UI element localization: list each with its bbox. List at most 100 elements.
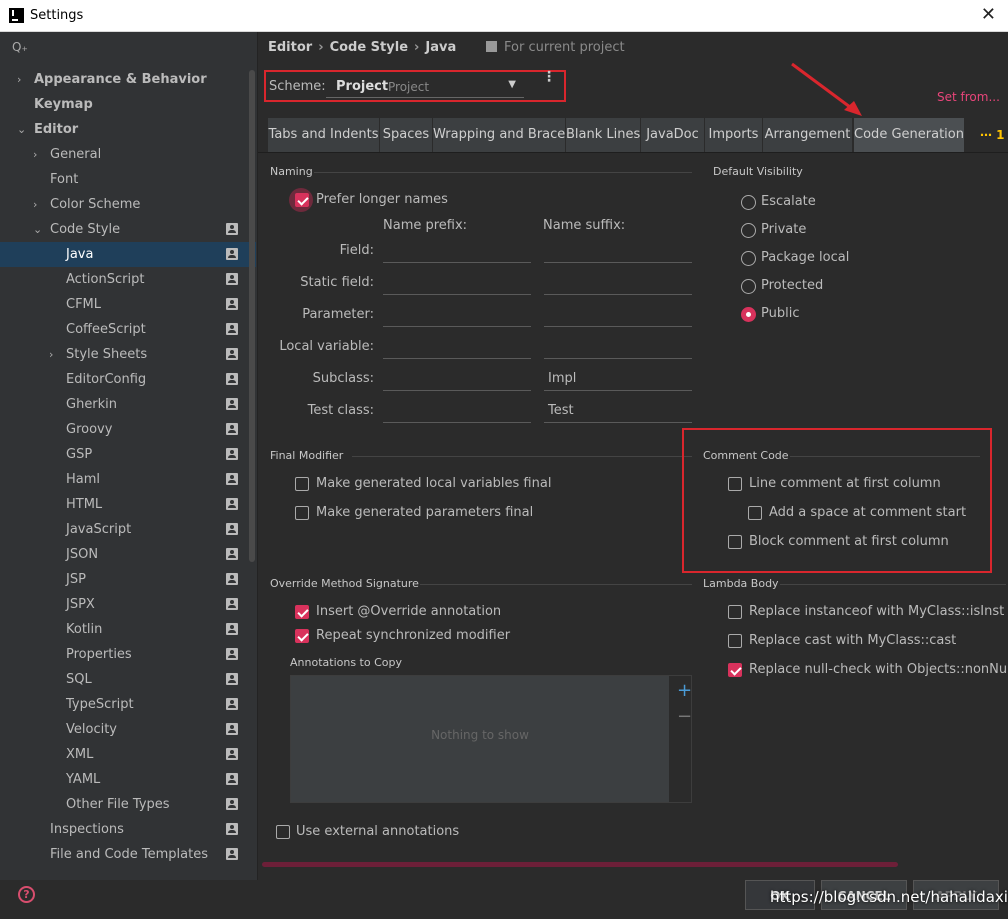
name-prefix-field[interactable] [383, 271, 531, 295]
annotations-list[interactable]: Nothing to show [291, 676, 669, 802]
tree-item-editor[interactable]: ⌄ Editor [0, 117, 256, 142]
name-prefix-field[interactable] [383, 239, 531, 263]
tree-item-file-and-code-templates[interactable]: File and Code Templates [0, 842, 256, 867]
tree-item-label: General [50, 147, 102, 162]
visibility-radio-private[interactable] [741, 223, 756, 238]
tree-item-gsp[interactable]: GSP [0, 442, 256, 467]
tree-item-groovy[interactable]: Groovy [0, 417, 256, 442]
visibility-radio-protected[interactable] [741, 279, 756, 294]
name-suffix-field[interactable] [544, 335, 692, 359]
tab-imports[interactable]: Imports [705, 118, 763, 152]
tree-item-label: JavaScript [66, 522, 132, 537]
tab-wrapping-and-braces[interactable]: Wrapping and Braces [433, 118, 572, 152]
chevron-right-icon[interactable]: › [49, 342, 53, 367]
add-icon[interactable]: + [677, 680, 692, 701]
tree-item-cfml[interactable]: CFML [0, 292, 256, 317]
tree-item-style-sheets[interactable]: › Style Sheets [0, 342, 256, 367]
repeat-synchronized-modifier-checkbox[interactable] [295, 629, 309, 643]
tree-item-label: Style Sheets [66, 347, 148, 362]
tree-item-code-style[interactable]: ⌄ Code Style [0, 217, 256, 242]
replace-cast-with-myclass-cast-checkbox[interactable] [728, 634, 742, 648]
name-suffix-field[interactable]: Impl [544, 367, 692, 391]
visibility-radio-package-local[interactable] [741, 251, 756, 266]
tree-item-json[interactable]: JSON [0, 542, 256, 567]
tree-item-editorconfig[interactable]: EditorConfig [0, 367, 256, 392]
more-tabs-icon[interactable]: ⋯ 1 [980, 118, 1005, 152]
chevron-right-icon[interactable]: › [33, 192, 37, 217]
horizontal-scrollbar[interactable] [262, 862, 898, 867]
breadcrumb-editor[interactable]: Editor [268, 40, 312, 55]
naming-row-label: Local variable: [279, 339, 374, 354]
help-icon[interactable]: ? [18, 886, 35, 903]
breadcrumb-code-style[interactable]: Code Style [330, 40, 408, 55]
tab-code-generation[interactable]: Code Generation [854, 118, 965, 152]
replace-null-check-with-objects-nonnull-or-checkbox[interactable] [728, 663, 742, 677]
name-suffix-field[interactable]: Test [544, 399, 692, 423]
remove-icon[interactable]: − [677, 706, 692, 727]
checkbox-label: Replace cast with MyClass::cast [749, 633, 957, 648]
tree-item-color-scheme[interactable]: › Color Scheme [0, 192, 256, 217]
tree-item-xml[interactable]: XML [0, 742, 256, 767]
chevron-down-icon[interactable]: ⌄ [33, 217, 42, 242]
lambda-body-title: Lambda Body [703, 577, 779, 590]
line-comment-at-first-column-checkbox[interactable] [728, 477, 742, 491]
tree-item-font[interactable]: Font [0, 167, 256, 192]
prefer-longer-names-checkbox[interactable] [295, 193, 309, 207]
scheme-combobox[interactable]: Project Project ▼ [326, 76, 524, 98]
chevron-down-icon[interactable]: ⌄ [17, 117, 26, 142]
tree-item-velocity[interactable]: Velocity [0, 717, 256, 742]
close-icon[interactable]: ✕ [981, 4, 996, 25]
tree-item-inspections[interactable]: Inspections [0, 817, 256, 842]
tree-item-appearance-behavior[interactable]: › Appearance & Behavior [0, 67, 256, 92]
tab-tabs-and-indents[interactable]: Tabs and Indents [268, 118, 380, 152]
name-prefix-field[interactable] [383, 303, 531, 327]
tab-blank-lines[interactable]: Blank Lines [566, 118, 641, 152]
tree-item-kotlin[interactable]: Kotlin [0, 617, 256, 642]
search-icon[interactable]: Q₊ [12, 40, 28, 54]
name-suffix-field[interactable] [544, 271, 692, 295]
tree-item-actionscript[interactable]: ActionScript [0, 267, 256, 292]
project-scope-icon [486, 41, 497, 52]
add-a-space-at-comment-start-checkbox[interactable] [748, 506, 762, 520]
visibility-radio-public[interactable] [741, 307, 756, 322]
chevron-right-icon[interactable]: › [17, 67, 21, 92]
tree-item-jsp[interactable]: JSP [0, 567, 256, 592]
chevron-right-icon[interactable]: › [33, 142, 37, 167]
tree-item-javascript[interactable]: JavaScript [0, 517, 256, 542]
breadcrumb-separator: › [318, 40, 324, 55]
sidebar-scrollbar[interactable] [249, 70, 255, 562]
use-external-annotations-checkbox[interactable] [276, 825, 290, 839]
tree-item-jspx[interactable]: JSPX [0, 592, 256, 617]
replace-instanceof-with-myclass-isinst-checkbox[interactable] [728, 605, 742, 619]
name-prefix-field[interactable] [383, 367, 531, 391]
tree-item-java[interactable]: Java [0, 242, 256, 267]
visibility-radio-escalate[interactable] [741, 195, 756, 210]
tree-item-sql[interactable]: SQL [0, 667, 256, 692]
tree-item-label: Groovy [66, 422, 113, 437]
tree-item-properties[interactable]: Properties [0, 642, 256, 667]
tree-item-other-file-types[interactable]: Other File Types [0, 792, 256, 817]
tab-arrangement[interactable]: Arrangement [763, 118, 853, 152]
name-prefix-field[interactable] [383, 399, 531, 423]
tree-item-label: Velocity [66, 722, 117, 737]
more-actions-icon[interactable]: ⋮ [542, 70, 556, 84]
project-scope-icon [226, 323, 238, 335]
name-suffix-field[interactable] [544, 303, 692, 327]
tree-item-typescript[interactable]: TypeScript [0, 692, 256, 717]
block-comment-at-first-column-checkbox[interactable] [728, 535, 742, 549]
set-from-link[interactable]: Set from... [937, 90, 1000, 104]
tree-item-general[interactable]: › General [0, 142, 256, 167]
tree-item-coffeescript[interactable]: CoffeeScript [0, 317, 256, 342]
insert-override-annotation-checkbox[interactable] [295, 605, 309, 619]
tree-item-gherkin[interactable]: Gherkin [0, 392, 256, 417]
tree-item-yaml[interactable]: YAML [0, 767, 256, 792]
name-suffix-field[interactable] [544, 239, 692, 263]
tab-javadoc[interactable]: JavaDoc [641, 118, 705, 152]
tree-item-keymap[interactable]: Keymap [0, 92, 256, 117]
tab-spaces[interactable]: Spaces [380, 118, 433, 152]
name-prefix-field[interactable] [383, 335, 531, 359]
make-generated-parameters-final-checkbox[interactable] [295, 506, 309, 520]
tree-item-html[interactable]: HTML [0, 492, 256, 517]
tree-item-haml[interactable]: Haml [0, 467, 256, 492]
make-generated-local-variables-final-checkbox[interactable] [295, 477, 309, 491]
